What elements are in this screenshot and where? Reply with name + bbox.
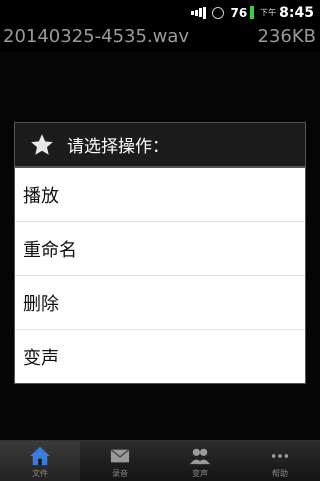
action-dialog: 请选择操作： 播放 重命名 删除 变声 <box>14 122 306 384</box>
tab-label-help: 帮助 <box>272 469 288 478</box>
clock: 8:45 <box>279 4 314 21</box>
menu-item-rename[interactable]: 重命名 <box>15 222 305 276</box>
tab-label-voice-change: 变声 <box>192 469 208 478</box>
battery-indicator: 76 <box>230 5 255 20</box>
file-info-bar: 20140325-4535.wav 236KB <box>0 22 320 50</box>
signal-icon <box>191 6 207 19</box>
dialog-title: 请选择操作： <box>67 137 169 157</box>
tab-record[interactable]: 录音 <box>80 441 160 481</box>
battery-icon <box>250 6 255 19</box>
star-icon <box>31 133 53 155</box>
home-icon <box>30 446 50 466</box>
menu-item-delete[interactable]: 删除 <box>15 276 305 330</box>
file-size: 236KB <box>257 25 316 47</box>
tab-files[interactable]: 文件 <box>0 441 80 481</box>
alarm-icon <box>212 6 225 19</box>
envelope-icon <box>110 449 130 463</box>
more-icon <box>271 454 289 458</box>
tab-label-files: 文件 <box>32 469 48 478</box>
menu-item-voice-change[interactable]: 变声 <box>15 330 305 384</box>
ampm-label: 下午 <box>260 8 277 17</box>
tab-help[interactable]: 帮助 <box>240 441 320 481</box>
tab-voice-change[interactable]: 变声 <box>160 441 240 481</box>
people-icon <box>190 448 210 465</box>
bottom-tab-bar: 文件 录音 变声 帮助 <box>0 440 320 481</box>
file-name: 20140325-4535.wav <box>3 25 190 47</box>
dialog-title-bar: 请选择操作： <box>15 123 305 168</box>
battery-level: 76 <box>230 5 248 20</box>
menu-item-play[interactable]: 播放 <box>15 168 305 222</box>
tab-label-record: 录音 <box>112 469 128 478</box>
